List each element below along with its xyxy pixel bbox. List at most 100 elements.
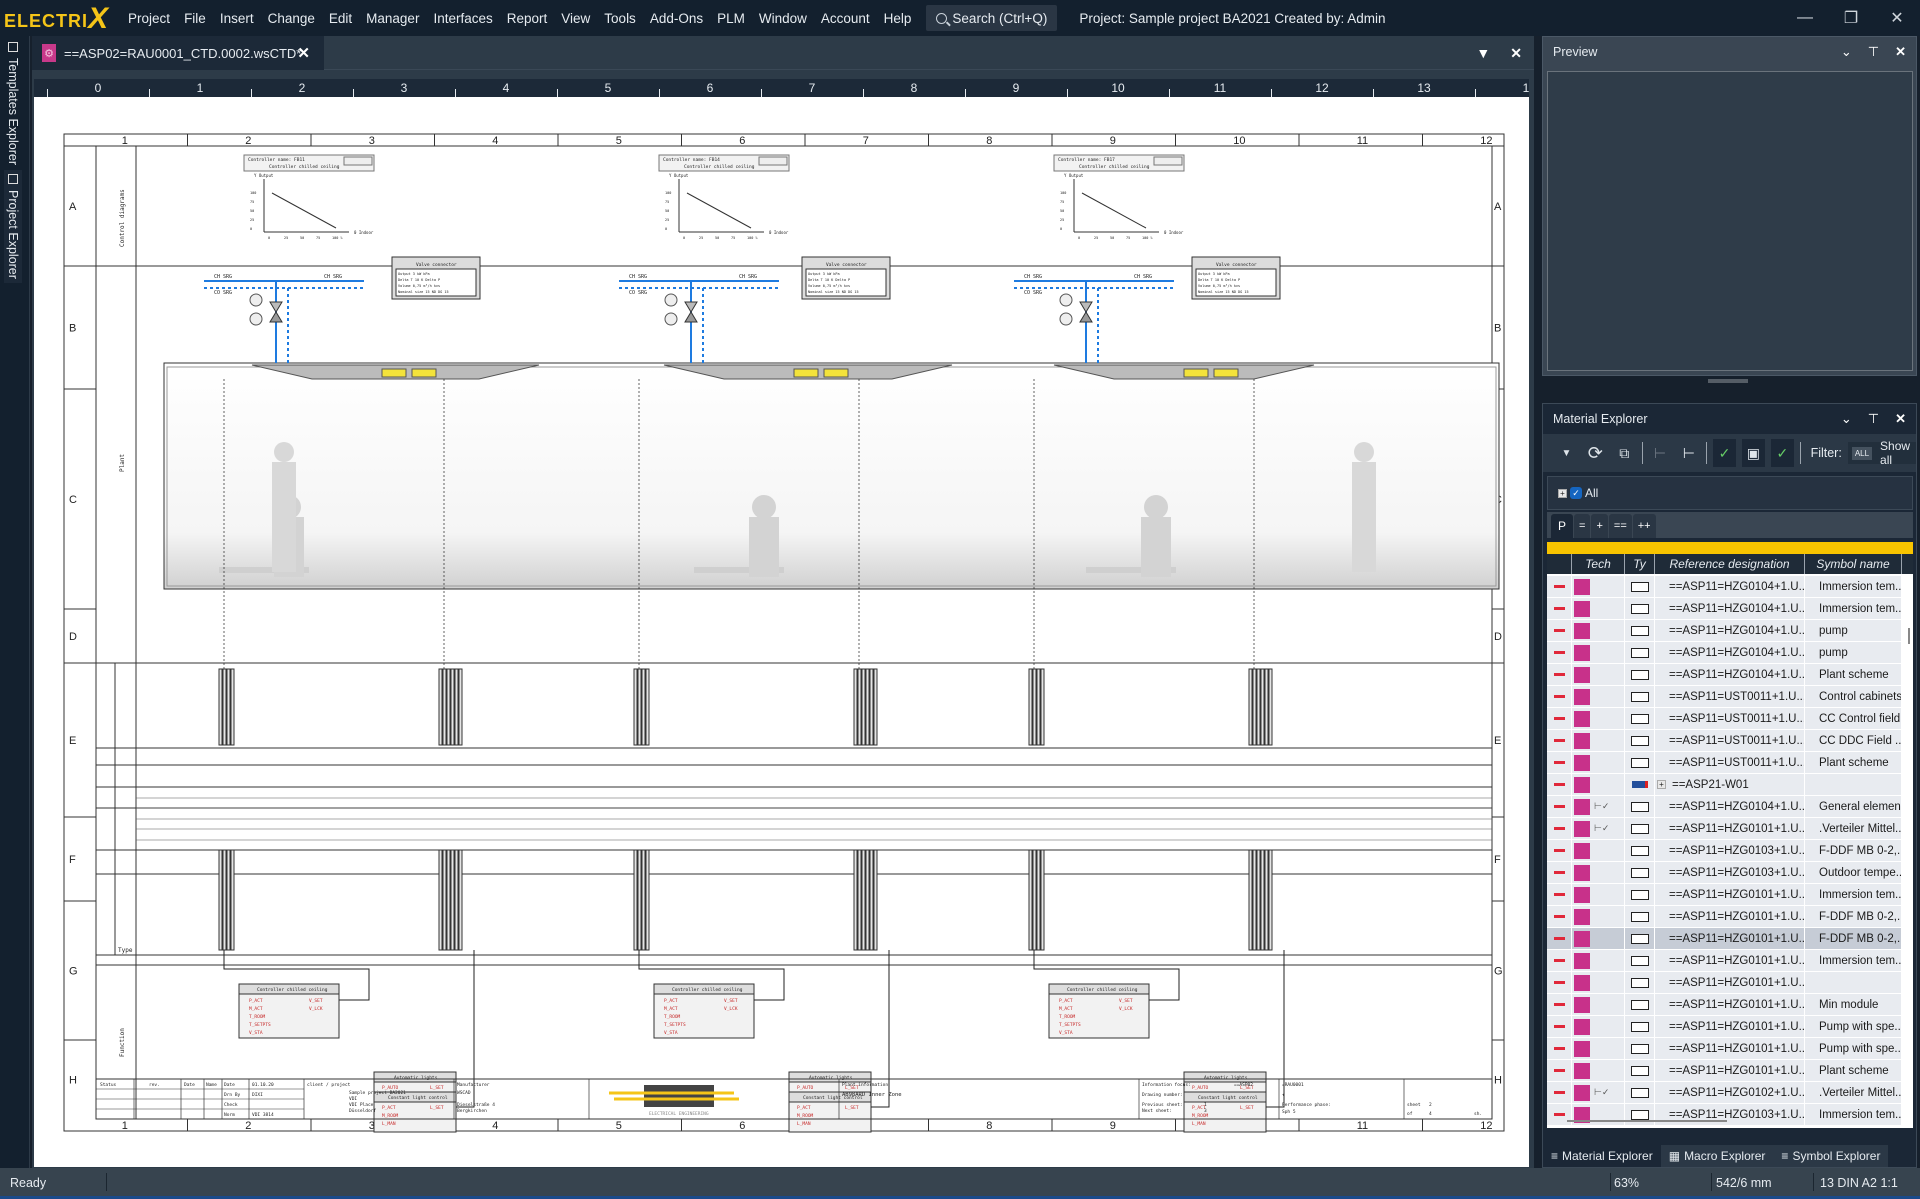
remove-icon[interactable] (1553, 585, 1565, 588)
material-row[interactable]: ==ASP11=HZG0104+1.U... Plant scheme (1547, 664, 1902, 686)
remove-icon[interactable] (1553, 1091, 1565, 1094)
material-row[interactable]: ⊢✓ ==ASP11=HZG0102+1.U... .Verteiler Mitte… (1547, 1082, 1902, 1104)
material-row[interactable]: ==ASP11=HZG0104+1.U... Immersion tem... (1547, 576, 1902, 598)
remove-icon[interactable] (1553, 607, 1565, 610)
col-header-type[interactable]: Ty (1625, 554, 1655, 574)
menu-help[interactable]: Help (877, 11, 919, 26)
templates-explorer-tab[interactable]: Templates Explorer (4, 38, 22, 169)
segment-tab[interactable]: ++ (1632, 514, 1656, 538)
remove-icon[interactable] (1553, 739, 1565, 742)
remove-icon[interactable] (1553, 1047, 1565, 1050)
minimize-button[interactable]: — (1782, 0, 1828, 36)
menu-report[interactable]: Report (500, 11, 555, 26)
remove-icon[interactable] (1553, 959, 1565, 962)
tab-dropdown-icon[interactable]: ▼ (1476, 45, 1490, 61)
menu-tools[interactable]: Tools (597, 11, 643, 26)
remove-icon[interactable] (1553, 1025, 1565, 1028)
collapse-all-icon[interactable]: ⧉ (1613, 439, 1636, 467)
close-tab-icon[interactable]: ✕ (297, 44, 310, 62)
menu-edit[interactable]: Edit (322, 11, 359, 26)
remove-icon[interactable] (1553, 783, 1565, 786)
menu-interfaces[interactable]: Interfaces (426, 11, 499, 26)
chevron-down-icon[interactable]: ⌄ (1841, 44, 1852, 60)
project-explorer-tab[interactable]: Project Explorer (4, 170, 22, 283)
menu-window[interactable]: Window (752, 11, 814, 26)
material-row[interactable]: ==ASP11=HZG0104+1.U... pump (1547, 620, 1902, 642)
document-tab[interactable]: ⚙ ==ASP02=RAU0001_CTD.0002.wsCTD* ✕ (32, 36, 324, 70)
close-window-button[interactable]: ✕ (1874, 0, 1920, 36)
segment-tab[interactable]: = (1574, 514, 1591, 538)
material-row[interactable]: ==ASP11=HZG0101+1.U... F-DDF MB 0-2,... (1547, 928, 1902, 950)
material-row[interactable]: ==ASP11=UST0011+1.U... Plant scheme (1547, 752, 1902, 774)
col-header-status[interactable] (1547, 554, 1572, 574)
segment-tab[interactable]: + (1591, 514, 1608, 538)
menu-account[interactable]: Account (814, 11, 877, 26)
add-tree-icon[interactable]: ⊢ (1677, 439, 1700, 467)
tab-macro-explorer[interactable]: ▦ Macro Explorer (1660, 1145, 1774, 1167)
close-icon[interactable]: ✕ (1895, 44, 1906, 60)
col-header-symbol[interactable]: Symbol name (1805, 554, 1902, 574)
menu-insert[interactable]: Insert (213, 11, 261, 26)
expand-icon[interactable]: + (1558, 488, 1567, 498)
remove-icon[interactable] (1553, 805, 1565, 808)
menu-manager[interactable]: Manager (359, 11, 426, 26)
remove-icon[interactable] (1553, 849, 1565, 852)
tab-material-explorer[interactable]: ≡ Material Explorer (1543, 1145, 1661, 1167)
material-row[interactable]: ==ASP11=UST0011+1.U... CC DDC Field ... (1547, 730, 1902, 752)
material-row[interactable]: ==ASP11=HZG0103+1.U... Immersion tem... (1547, 1104, 1902, 1126)
panel-splitter[interactable] (1708, 379, 1748, 383)
tree-check-icon[interactable]: ✓ (1713, 439, 1736, 467)
material-row[interactable]: ==ASP11=HZG0104+1.U... Immersion tem... (1547, 598, 1902, 620)
menu-plm[interactable]: PLM (710, 11, 752, 26)
segment-tab[interactable]: == (1608, 514, 1632, 538)
chevron-down-icon[interactable]: ⌄ (1841, 411, 1852, 427)
material-row[interactable]: + ==ASP21-W01 (1547, 774, 1902, 796)
material-row[interactable]: ==ASP11=HZG0103+1.U... Outdoor tempe... (1547, 862, 1902, 884)
material-row[interactable]: ==ASP11=HZG0101+1.U... (1547, 972, 1902, 994)
refresh-icon[interactable]: ⟳ (1584, 439, 1607, 467)
col-header-tech[interactable]: Tech (1572, 554, 1625, 574)
pin-icon[interactable]: ⊤ (1868, 411, 1879, 427)
filter-select[interactable]: ALL Show all (1847, 439, 1916, 467)
remove-icon[interactable] (1553, 827, 1565, 830)
close-icon[interactable]: ✕ (1895, 411, 1906, 427)
restore-button[interactable]: ❐ (1828, 0, 1874, 36)
dropdown-arrow-icon[interactable]: ▼ (1555, 439, 1578, 467)
menu-file[interactable]: File (177, 11, 213, 26)
material-row[interactable]: ==ASP11=HZG0101+1.U... F-DDF MB 0-2,... (1547, 906, 1902, 928)
material-row[interactable]: ==ASP11=HZG0101+1.U... Plant scheme (1547, 1060, 1902, 1082)
remove-icon[interactable] (1553, 871, 1565, 874)
vertical-scrollbar[interactable] (1908, 628, 1910, 644)
menu-change[interactable]: Change (261, 11, 322, 26)
add-subtree-icon[interactable]: ⊢ (1648, 439, 1671, 467)
material-row[interactable]: ==ASP11=HZG0101+1.U... Pump with spe... (1547, 1038, 1902, 1060)
material-row[interactable]: ==ASP11=HZG0101+1.U... Immersion tem... (1547, 884, 1902, 906)
remove-icon[interactable] (1553, 937, 1565, 940)
menu-addons[interactable]: Add-Ons (643, 11, 710, 26)
tree-check-all-icon[interactable]: ✓ (1770, 439, 1794, 467)
remove-icon[interactable] (1553, 915, 1565, 918)
material-row[interactable]: ⊢✓ ==ASP11=HZG0101+1.U... .Verteiler Mitte… (1547, 818, 1902, 840)
search-box[interactable]: Search (Ctrl+Q) (926, 5, 1058, 31)
material-row[interactable]: ==ASP11=UST0011+1.U... Control cabinets (1547, 686, 1902, 708)
expand-icon[interactable]: + (1657, 780, 1666, 789)
remove-icon[interactable] (1553, 717, 1565, 720)
remove-icon[interactable] (1553, 651, 1565, 654)
remove-icon[interactable] (1553, 761, 1565, 764)
remove-icon[interactable] (1553, 629, 1565, 632)
remove-icon[interactable] (1553, 695, 1565, 698)
remove-icon[interactable] (1553, 1003, 1565, 1006)
close-document-icon[interactable]: ✕ (1510, 45, 1522, 62)
material-row[interactable]: ==ASP11=HZG0101+1.U... Min module (1547, 994, 1902, 1016)
material-row[interactable]: ==ASP11=HZG0101+1.U... Pump with spe... (1547, 1016, 1902, 1038)
menu-project[interactable]: Project (121, 11, 177, 26)
material-row[interactable]: ==ASP11=HZG0104+1.U... pump (1547, 642, 1902, 664)
all-checkbox[interactable]: ✓ (1570, 487, 1582, 499)
remove-icon[interactable] (1553, 893, 1565, 896)
drawing-sheet[interactable]: 112233445566778899101011111212AABBCCDDEE… (34, 97, 1529, 1167)
remove-icon[interactable] (1553, 1113, 1565, 1116)
pin-icon[interactable]: ⊤ (1868, 44, 1879, 60)
material-row[interactable]: ==ASP11=HZG0103+1.U... F-DDF MB 0-2,... (1547, 840, 1902, 862)
lock-icon[interactable]: ▣ (1741, 439, 1765, 467)
tab-symbol-explorer[interactable]: ≡ Symbol Explorer (1773, 1145, 1889, 1167)
